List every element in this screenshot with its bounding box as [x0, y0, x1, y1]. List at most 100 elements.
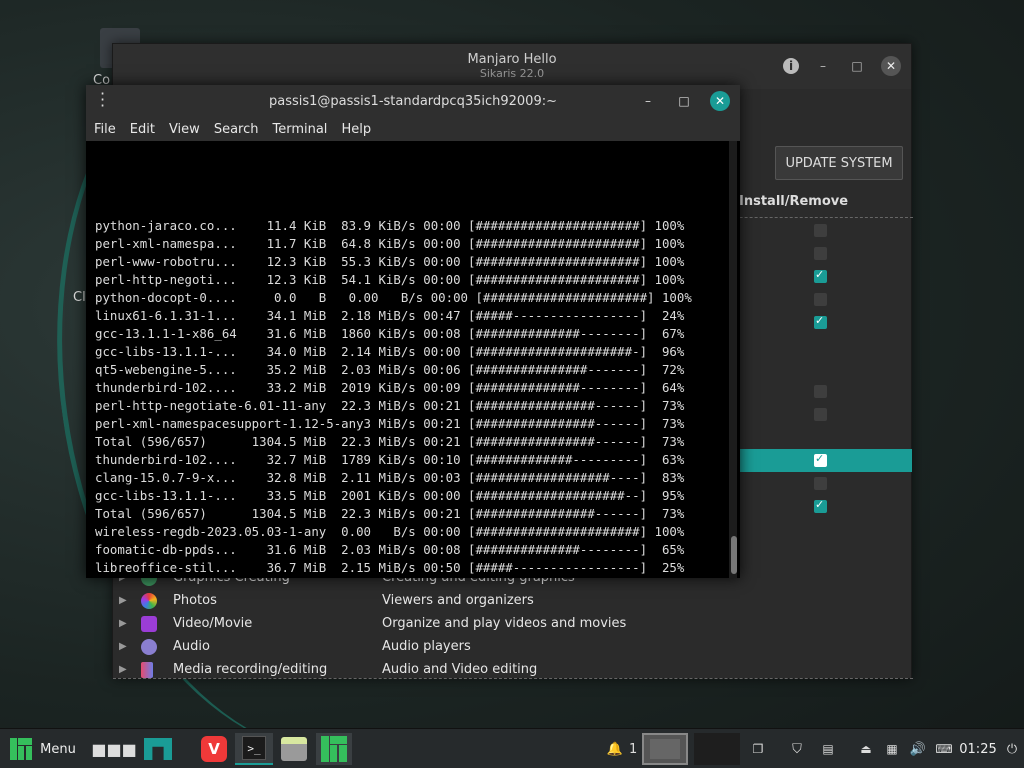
- terminal-line: thunderbird-102.... 32.7 MiB 1789 KiB/s …: [95, 452, 685, 467]
- expand-arrow-icon[interactable]: ▶: [119, 595, 127, 606]
- install-checkbox[interactable]: [814, 477, 827, 490]
- menu-label: Menu: [40, 741, 76, 757]
- terminal-scrollbar-thumb[interactable]: [731, 536, 737, 574]
- category-description: Audio and Video editing: [382, 662, 538, 677]
- category-name: Audio: [173, 639, 210, 654]
- terminal-line: linux61-6.1.31-1... 34.1 MiB 2.18 MiB/s …: [95, 308, 685, 323]
- show-desktop-icon[interactable]: [142, 733, 174, 765]
- install-checkbox[interactable]: [814, 268, 827, 283]
- workspace-1[interactable]: [642, 733, 688, 765]
- clock-time: 01:25: [959, 741, 997, 757]
- notification-count: 1: [628, 741, 638, 757]
- terminal-line: perl-xml-namespacesupport-1.12-5-any3 Mi…: [95, 416, 685, 431]
- maximize-button[interactable]: □: [847, 56, 867, 76]
- maximize-button[interactable]: □: [674, 91, 694, 111]
- keyboard-icon[interactable]: ⌨: [934, 733, 954, 765]
- close-button[interactable]: ✕: [710, 91, 730, 111]
- clipboard-icon[interactable]: ▤: [816, 733, 840, 765]
- terminal-line: clang-15.0.7-9-x... 32.8 MiB 2.11 MiB/s …: [95, 470, 685, 485]
- manjaro-hello-taskbar-icon[interactable]: [316, 733, 352, 765]
- taskbar: Menu ■■■ V >_ 🔔 1 ❐ ⛉ ▤ ⏏ ▦ 🔊 ⌨ 01:25 ⏻: [0, 728, 1024, 768]
- category-name: Photos: [173, 593, 217, 608]
- volume-icon[interactable]: 🔊: [908, 733, 928, 765]
- category-description: Audio players: [382, 639, 471, 654]
- video-icon: [141, 615, 157, 632]
- install-checkbox[interactable]: [814, 247, 827, 260]
- audio-icon: [141, 638, 157, 655]
- install-remove-column-header: Install/Remove: [739, 194, 849, 209]
- photos-icon: [141, 592, 157, 609]
- eject-icon[interactable]: ⏏: [856, 733, 876, 765]
- category-name: Video/Movie: [173, 616, 253, 631]
- terminal-line: lib32-libxfixes-6.0.1-1-x86_64B 22.3 MiB…: [95, 577, 740, 578]
- menu-search[interactable]: Search: [214, 122, 259, 137]
- install-checkbox[interactable]: [814, 314, 827, 329]
- notifications-tray[interactable]: 🔔 1: [606, 733, 638, 765]
- terminal-line: thunderbird-102.... 33.2 MiB 2019 KiB/s …: [95, 380, 685, 395]
- list-item[interactable]: ▶ Photos Viewers and organizers: [113, 589, 913, 612]
- terminal-line: Total (596/657) 1304.5 MiB 22.3 MiB/s 00…: [95, 434, 685, 449]
- install-checkbox[interactable]: [814, 452, 827, 467]
- media-recording-icon: [141, 661, 153, 678]
- terminal-line: perl-xml-namespa... 11.7 KiB 64.8 KiB/s …: [95, 236, 685, 251]
- terminal-scrollbar[interactable]: [729, 141, 737, 578]
- terminal-titlebar[interactable]: · · · passis1@passis1-standardpcq35ich9200…: [86, 85, 740, 117]
- menu-file[interactable]: File: [94, 122, 116, 137]
- terminal-window: · · · passis1@passis1-standardpcq35ich9200…: [86, 85, 740, 578]
- install-checkbox[interactable]: [814, 293, 827, 306]
- list-item[interactable]: ▶ Media recording/editing Audio and Vide…: [113, 658, 913, 681]
- terminal-line: Total (596/657) 1304.5 MiB 22.3 MiB/s 00…: [95, 506, 685, 521]
- terminal-menu-dots-icon[interactable]: · · ·: [100, 86, 105, 114]
- minimize-button[interactable]: –: [638, 91, 658, 111]
- workspace-2[interactable]: [694, 733, 740, 765]
- install-checkbox[interactable]: [814, 498, 827, 513]
- terminal-line: python-jaraco.co... 11.4 KiB 83.9 KiB/s …: [95, 218, 685, 233]
- menu-terminal[interactable]: Terminal: [272, 122, 327, 137]
- category-description: Viewers and organizers: [382, 593, 534, 608]
- list-item[interactable]: ▶ Audio Audio players: [113, 635, 913, 658]
- terminal-line: python-docopt-0.... 0.0 B 0.00 B/s 00:00…: [95, 290, 692, 305]
- menu-view[interactable]: View: [169, 122, 200, 137]
- close-button[interactable]: ✕: [881, 56, 901, 76]
- expand-arrow-icon[interactable]: ▶: [119, 664, 127, 675]
- menu-edit[interactable]: Edit: [130, 122, 155, 137]
- expand-arrow-icon[interactable]: ▶: [119, 618, 127, 629]
- terminal-line: gcc-13.1.1-1-x86_64 31.6 MiB 1860 KiB/s …: [95, 326, 685, 341]
- terminal-line: qt5-webengine-5.... 35.2 MiB 2.03 MiB/s …: [95, 362, 685, 377]
- menu-help[interactable]: Help: [341, 122, 371, 137]
- desktop-icon-label[interactable]: Cl: [73, 290, 86, 305]
- vivaldi-browser-icon[interactable]: V: [199, 733, 229, 765]
- terminal-output[interactable]: python-jaraco.co... 11.4 KiB 83.9 KiB/s …: [86, 141, 740, 578]
- install-checkbox[interactable]: [814, 408, 827, 421]
- minimize-button[interactable]: –: [813, 56, 833, 76]
- power-icon[interactable]: ⏻: [1004, 733, 1020, 765]
- terminal-taskbar-icon[interactable]: >_: [235, 733, 273, 765]
- terminal-line: foomatic-db-ppds... 31.6 MiB 2.03 MiB/s …: [95, 542, 685, 557]
- manjaro-logo-icon: [10, 738, 33, 760]
- terminal-line: gcc-libs-13.1.1-... 33.5 MiB 2001 KiB/s …: [95, 488, 685, 503]
- info-icon[interactable]: i: [783, 58, 799, 74]
- terminal-line: perl-http-negotiate-6.01-11-any 22.3 MiB…: [95, 398, 685, 413]
- start-menu-button[interactable]: Menu: [6, 733, 80, 765]
- bell-icon: 🔔: [606, 741, 623, 757]
- install-checkbox[interactable]: [814, 224, 827, 237]
- expand-arrow-icon[interactable]: ▶: [119, 641, 127, 652]
- category-description: Organize and play videos and movies: [382, 616, 627, 631]
- category-name: Media recording/editing: [173, 662, 328, 677]
- update-system-button[interactable]: UPDATE SYSTEM: [775, 146, 903, 180]
- install-checkbox[interactable]: [814, 385, 827, 398]
- show-apps-icon[interactable]: ■■■: [91, 733, 136, 765]
- terminal-line: wireless-regdb-2023.05.03-1-any 0.00 B/s…: [95, 524, 685, 539]
- terminal-line: perl-http-negoti... 12.3 KiB 54.1 KiB/s …: [95, 272, 685, 287]
- file-manager-icon[interactable]: [279, 733, 309, 765]
- shield-icon[interactable]: ⛉: [786, 733, 808, 765]
- terminal-line: libreoffice-stil... 36.7 MiB 2.15 MiB/s …: [95, 560, 685, 575]
- terminal-menubar: File Edit View Search Terminal Help: [86, 117, 740, 141]
- clock[interactable]: 01:25: [958, 733, 998, 765]
- network-icon[interactable]: ▦: [882, 733, 902, 765]
- window-list-icon[interactable]: ❐: [748, 733, 768, 765]
- list-item[interactable]: ▶ Video/Movie Organize and play videos a…: [113, 612, 913, 635]
- terminal-line: gcc-libs-13.1.1-... 34.0 MiB 2.14 MiB/s …: [95, 344, 685, 359]
- terminal-title: passis1@passis1-standardpcq35ich92009:~: [268, 93, 557, 109]
- hello-titlebar[interactable]: Manjaro Hello Sikaris 22.0 i – □ ✕: [113, 44, 911, 89]
